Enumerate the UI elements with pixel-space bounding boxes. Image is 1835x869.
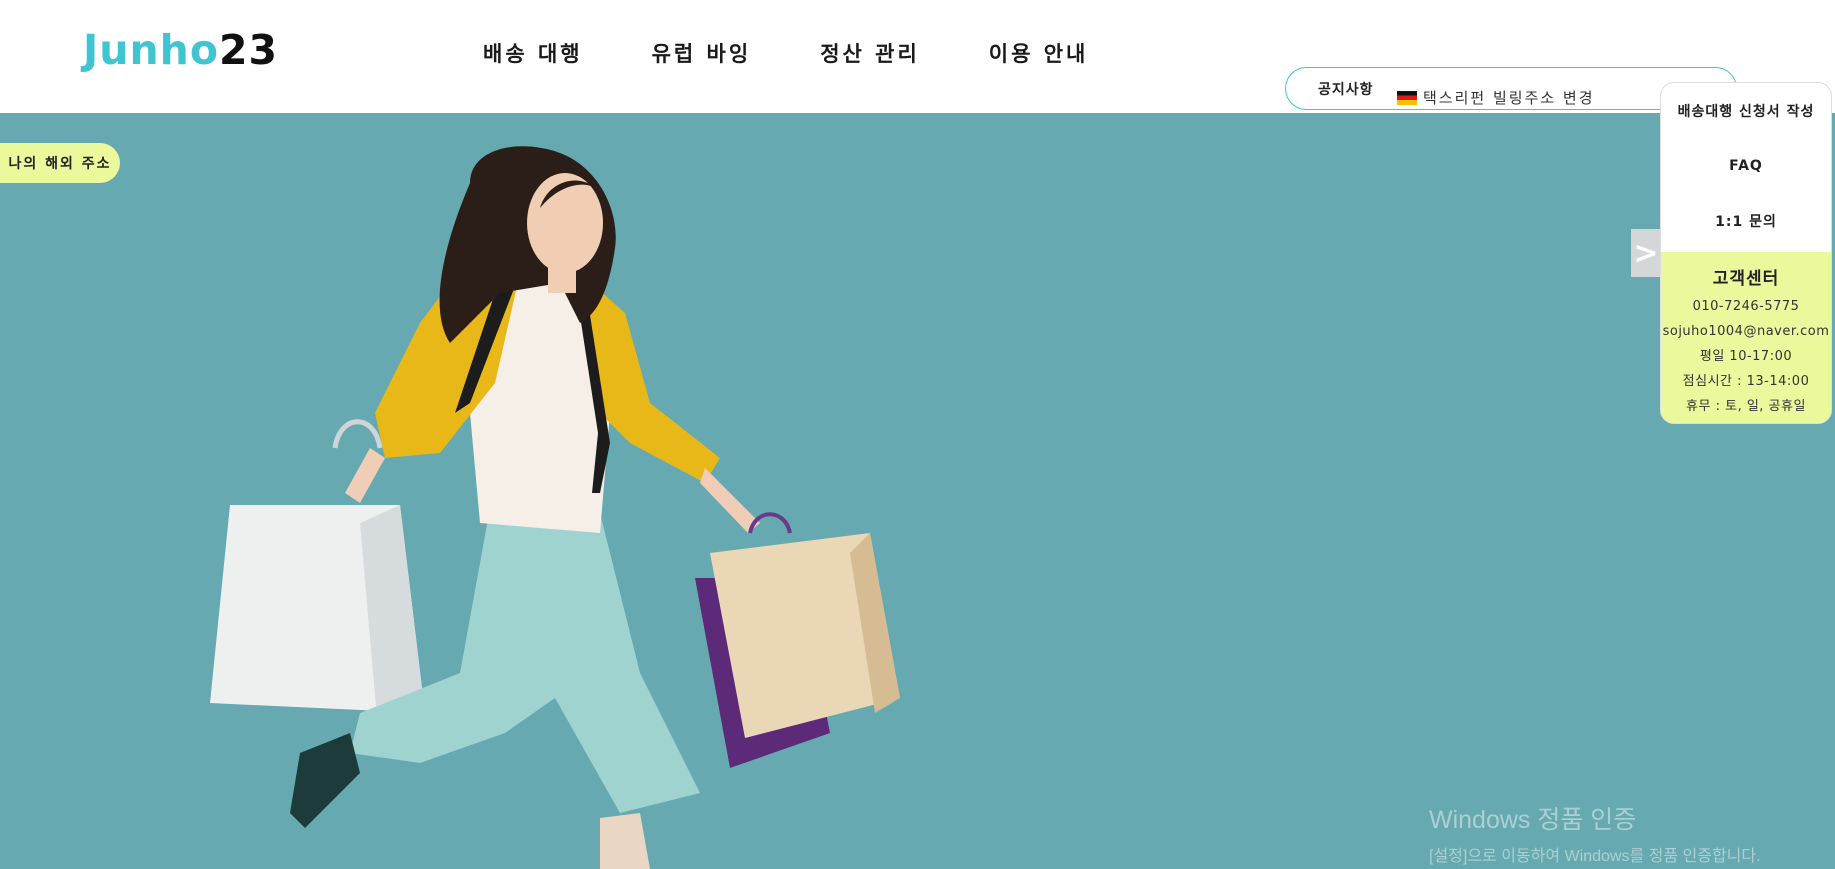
side-panel-toggle-button[interactable]: > [1631, 229, 1661, 277]
my-overseas-address-button[interactable]: 나의 해외 주소 [0, 143, 120, 183]
customer-center-phone: 010-7246-5775 [1692, 299, 1800, 314]
logo-text-dark: 23 [219, 26, 279, 74]
quick-link-inquiry[interactable]: 1:1 문의 [1661, 193, 1831, 248]
customer-center-title: 고객센터 [1712, 269, 1780, 289]
customer-center-weekday-hours: 평일 10-17:00 [1699, 349, 1793, 364]
quick-menu-panel: 배송대행 신청서 작성 FAQ 1:1 문의 고객센터 010-7246-577… [1660, 82, 1832, 424]
nav-settlement[interactable]: 정산 관리 [820, 38, 920, 68]
shopper-woman-illustration [210, 146, 900, 869]
notice-item[interactable]: 택스리펀 빌링주소 변경 [1397, 87, 1595, 108]
site-logo[interactable]: Junho23 [83, 26, 278, 74]
quick-link-faq[interactable]: FAQ [1661, 138, 1831, 193]
watermark-subtitle: [설정]으로 이동하여 Windows를 정품 인증합니다. [1429, 848, 1761, 865]
nav-guide[interactable]: 이용 안내 [989, 38, 1089, 68]
site-header: Junho23 배송 대행 유럽 바잉 정산 관리 이용 안내 공지사항 택스리… [0, 0, 1835, 113]
customer-center-closed-days: 휴무 : 토, 일, 공휴일 [1686, 399, 1806, 414]
customer-center-box: 고객센터 010-7246-5775 sojuho1004@naver.com … [1661, 252, 1831, 423]
windows-activation-watermark: Windows 정품 인증 [설정]으로 이동하여 Windows를 정품 인증… [1429, 800, 1761, 866]
nav-europe-buying[interactable]: 유럽 바잉 [652, 38, 752, 68]
quick-link-shipping-form[interactable]: 배송대행 신청서 작성 [1661, 83, 1831, 138]
main-nav: 배송 대행 유럽 바잉 정산 관리 이용 안내 [483, 38, 1157, 68]
hero-banner [0, 113, 1835, 869]
watermark-title: Windows 정품 인증 [1429, 806, 1637, 834]
germany-flag-icon [1397, 90, 1417, 105]
customer-center-lunch-hours: 점심시간 : 13-14:00 [1682, 374, 1810, 389]
notice-label: 공지사항 [1318, 82, 1374, 98]
customer-center-email: sojuho1004@naver.com [1662, 324, 1830, 339]
nav-shipping-agency[interactable]: 배송 대행 [483, 38, 583, 68]
notice-item-text: 택스리펀 빌링주소 변경 [1423, 89, 1595, 107]
logo-text-accent: Junho [83, 26, 219, 74]
